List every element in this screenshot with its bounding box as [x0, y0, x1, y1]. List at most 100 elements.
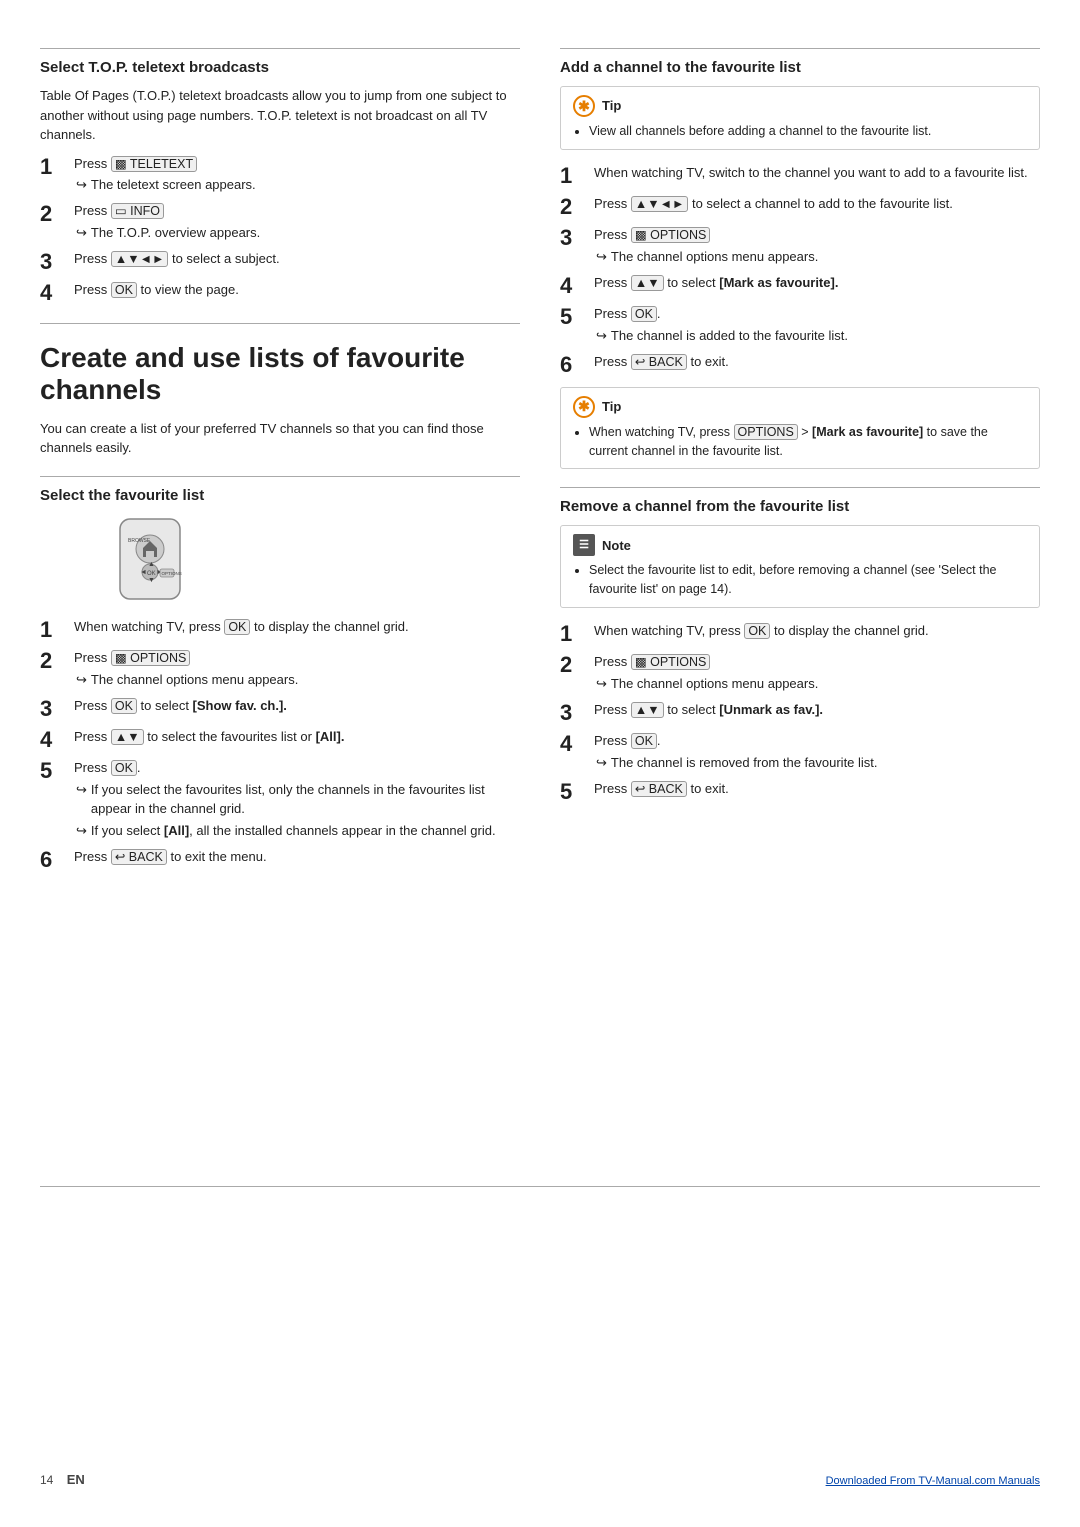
add-sub-5: The channel is added to the favourite li… [596, 327, 1040, 346]
sfav-sub-text-5b: If you select [All], all the installed c… [91, 822, 496, 841]
rem-suffix-4: . [657, 733, 661, 748]
add-text-2: Press [594, 196, 631, 211]
add-content-6: Press ↩ BACK to exit. [594, 353, 1040, 372]
sfav-bold-3: [Show fav. ch.]. [193, 698, 287, 713]
back-rem-5: ↩ BACK [631, 781, 687, 797]
sfav-content-2: Press ▩ OPTIONS The channel options menu… [74, 649, 520, 690]
note-label: Note [602, 536, 631, 556]
sfav-content-1: When watching TV, press OK to display th… [74, 618, 520, 637]
step-sub-text-1: The teletext screen appears. [91, 176, 256, 195]
step-rem-3: 3 Press ▲▼ to select [Unmark as fav.]. [560, 701, 1040, 725]
add-text-5: Press [594, 306, 631, 321]
create-fav-title: Create and use lists of favourite channe… [40, 342, 520, 406]
tip-list-2: When watching TV, press OPTIONS > [Mark … [573, 423, 1027, 461]
rem-suffix-3: to select [664, 702, 720, 717]
step-teletext-2: 2 Press ▭ INFO The T.O.P. overview appea… [40, 202, 520, 243]
tip-list-1: View all channels before adding a channe… [573, 122, 1027, 141]
rem-text-1: When watching TV, press [594, 623, 744, 638]
sfav-num-1: 1 [40, 618, 68, 642]
remote-image: BROWSE OK ▲ ▼ ◄ ► OPTIONS [60, 514, 240, 604]
step-text-4: Press [74, 282, 111, 297]
svg-text:OPTIONS: OPTIONS [162, 571, 182, 576]
add-text-3: Press [594, 227, 631, 242]
sfav-text-3: Press [74, 698, 111, 713]
footer-page-num: 14 [40, 1473, 53, 1487]
svg-text:◄: ◄ [140, 569, 147, 576]
add-text-6: Press [594, 354, 631, 369]
note-icon: ☰ [573, 534, 595, 556]
add-suffix-5: . [657, 306, 661, 321]
sfav-sub-text-2: The channel options menu appears. [91, 671, 298, 690]
sfav-sub-text-5a: If you select the favourites list, only … [91, 781, 520, 819]
nav-btn-3: ▲▼◄► [111, 251, 169, 267]
left-column: Select T.O.P. teletext broadcasts Table … [40, 30, 520, 1156]
step-add-3: 3 Press ▩ OPTIONS The channel options me… [560, 226, 1040, 267]
add-fav-title: Add a channel to the favourite list [560, 59, 1040, 76]
add-num-4: 4 [560, 274, 588, 298]
add-content-3: Press ▩ OPTIONS The channel options menu… [594, 226, 1040, 267]
back-add-6: ↩ BACK [631, 354, 687, 370]
sfav-num-5: 5 [40, 759, 68, 783]
note-box: ☰ Note Select the favourite list to edit… [560, 525, 1040, 608]
step-rem-5: 5 Press ↩ BACK to exit. [560, 780, 1040, 804]
step-fav-6: 6 Press ↩ BACK to exit the menu. [40, 848, 520, 872]
sfav-suffix-1: to display the channel grid. [250, 619, 408, 634]
sfav-arrow-2 [76, 671, 87, 690]
sfav-text-6: Press [74, 849, 111, 864]
rem-sub-2: The channel options menu appears. [596, 675, 1040, 694]
rem-text-4: Press [594, 733, 631, 748]
sfav-text-1: When watching TV, press [74, 619, 224, 634]
remove-fav-steps: 1 When watching TV, press OK to display … [560, 622, 1040, 804]
rem-bold-3: [Unmark as fav.]. [719, 702, 823, 717]
divider-add [560, 48, 1040, 49]
step-rem-1: 1 When watching TV, press OK to display … [560, 622, 1040, 646]
rem-text-5: Press [594, 781, 631, 796]
note-header: ☰ Note [573, 534, 1027, 556]
divider-create [40, 323, 520, 324]
step-add-6: 6 Press ↩ BACK to exit. [560, 353, 1040, 377]
step-teletext-1: 1 Press ▩ TELETEXT The teletext screen a… [40, 155, 520, 196]
add-suffix-4: to select [664, 275, 720, 290]
step-suffix-4: to view the page. [137, 282, 239, 297]
add-content-2: Press ▲▼◄► to select a channel to add to… [594, 195, 1040, 214]
remove-fav-title: Remove a channel from the favourite list [560, 498, 1040, 515]
sfav-suffix-5: . [137, 760, 141, 775]
svg-text:BROWSE: BROWSE [128, 538, 151, 544]
svg-text:▲: ▲ [148, 561, 155, 568]
rem-sub-text-4: The channel is removed from the favourit… [611, 754, 878, 773]
add-sub-text-5: The channel is added to the favourite li… [611, 327, 848, 346]
step-rem-2: 2 Press ▩ OPTIONS The channel options me… [560, 653, 1040, 694]
tip-box-2: ✱ Tip When watching TV, press OPTIONS > … [560, 387, 1040, 470]
step-content-3: Press ▲▼◄► to select a subject. [74, 250, 520, 269]
sfav-suffix-6: to exit the menu. [167, 849, 267, 864]
right-column: Add a channel to the favourite list ✱ Ti… [560, 30, 1040, 1156]
rem-content-4: Press OK. The channel is removed from th… [594, 732, 1040, 773]
sfav-text-5: Press [74, 760, 111, 775]
sfav-sub-5b: If you select [All], all the installed c… [76, 822, 520, 841]
options-rem-2: ▩ OPTIONS [631, 654, 711, 670]
sfav-content-6: Press ↩ BACK to exit the menu. [74, 848, 520, 867]
rem-text-2: Press [594, 654, 631, 669]
add-bold-4: [Mark as favourite]. [719, 275, 838, 290]
tip-header-1: ✱ Tip [573, 95, 1027, 117]
nav-rem-3: ▲▼ [631, 702, 664, 718]
nav-add-2: ▲▼◄► [631, 196, 689, 212]
rem-num-2: 2 [560, 653, 588, 677]
step-fav-4: 4 Press ▲▼ to select the favourites list… [40, 728, 520, 752]
sfav-arrow-5b [76, 822, 87, 841]
step-fav-5: 5 Press OK. If you select the favourites… [40, 759, 520, 841]
sfav-text-4: Press [74, 729, 111, 744]
footer-link[interactable]: Downloaded From TV-Manual.com Manuals [826, 1475, 1040, 1487]
add-num-1: 1 [560, 164, 588, 188]
sfav-suffix-3: to select [137, 698, 193, 713]
rem-sub-4: The channel is removed from the favourit… [596, 754, 1040, 773]
step-text-2: Press [74, 203, 111, 218]
rem-num-4: 4 [560, 732, 588, 756]
step-content-2: Press ▭ INFO The T.O.P. overview appears… [74, 202, 520, 243]
tip-box-1: ✱ Tip View all channels before adding a … [560, 86, 1040, 150]
divider-remove [560, 487, 1040, 488]
step-num-2: 2 [40, 202, 68, 226]
rem-content-2: Press ▩ OPTIONS The channel options menu… [594, 653, 1040, 694]
step-text-3: Press [74, 251, 111, 266]
step-fav-3: 3 Press OK to select [Show fav. ch.]. [40, 697, 520, 721]
